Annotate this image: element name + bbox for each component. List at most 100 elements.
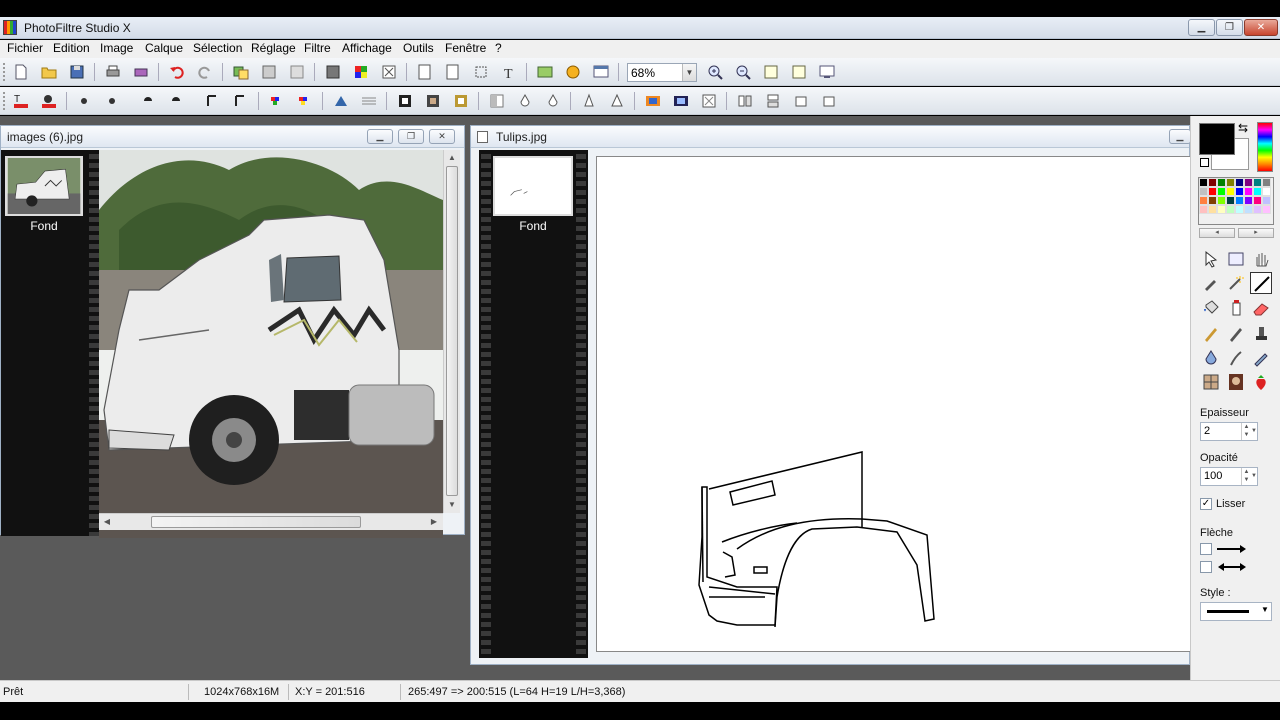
- document-window-tulips[interactable]: Tulips.jpg ▁ Fond: [470, 125, 1191, 665]
- frame-icon-2[interactable]: [424, 92, 442, 110]
- toolbar-grip[interactable]: [3, 92, 7, 110]
- color-swatch[interactable]: [1217, 178, 1226, 187]
- scroll-left-icon[interactable]: ◀: [102, 517, 112, 526]
- swap-colors-icon[interactable]: ⇆: [1238, 121, 1248, 135]
- chevron-down-icon[interactable]: ▼: [1251, 468, 1258, 485]
- flip-horizontal-icon[interactable]: [736, 92, 754, 110]
- color-swatch[interactable]: [1217, 187, 1226, 196]
- fill-bucket-icon[interactable]: [1200, 297, 1222, 319]
- fullscreen-icon[interactable]: [818, 63, 836, 81]
- hand-icon[interactable]: [1250, 248, 1272, 270]
- explorer-icon[interactable]: [536, 63, 554, 81]
- frame-icon-1[interactable]: [396, 92, 414, 110]
- chevron-down-icon[interactable]: ▼: [1251, 423, 1258, 440]
- color-swatch[interactable]: [1199, 196, 1208, 205]
- color-swatch[interactable]: [1244, 196, 1253, 205]
- flip-vertical-icon[interactable]: [764, 92, 782, 110]
- thickness-spinner[interactable]: 2 ▲ ▼ ▼: [1200, 422, 1258, 441]
- line-style-select[interactable]: ▼: [1200, 602, 1272, 621]
- color-swatch[interactable]: [1262, 178, 1271, 187]
- gamma-plus-icon[interactable]: [232, 92, 250, 110]
- color-swatch[interactable]: [1208, 196, 1217, 205]
- line-tool-icon[interactable]: [1250, 272, 1272, 294]
- color-swatch[interactable]: [1226, 205, 1235, 214]
- zoom-in-icon[interactable]: [706, 63, 724, 81]
- plugin-icon[interactable]: [564, 63, 582, 81]
- menu-image[interactable]: Image: [100, 41, 133, 55]
- palette-next-button[interactable]: ▸: [1238, 228, 1274, 238]
- rotate-left-icon[interactable]: [792, 92, 810, 110]
- fade-icon[interactable]: [488, 92, 506, 110]
- color-spectrum[interactable]: [1257, 122, 1273, 172]
- smudge-icon[interactable]: [1225, 347, 1247, 369]
- foreground-color-swatch[interactable]: [1199, 123, 1235, 155]
- color-swatch[interactable]: [1208, 178, 1217, 187]
- cone-icon-2[interactable]: [608, 92, 626, 110]
- transparency-icon[interactable]: [380, 63, 398, 81]
- chevron-down-icon[interactable]: ▼: [682, 64, 696, 81]
- color-swatch[interactable]: [1208, 187, 1217, 196]
- reset-colors-icon[interactable]: [1200, 158, 1209, 167]
- color-swatch[interactable]: [1235, 205, 1244, 214]
- drop-icon-2[interactable]: [544, 92, 562, 110]
- color-swatch[interactable]: [1253, 178, 1262, 187]
- scan-icon[interactable]: [132, 63, 150, 81]
- layer-thumbnail[interactable]: [5, 156, 83, 216]
- new-file-icon[interactable]: [12, 63, 30, 81]
- selection-arrow-icon[interactable]: [1200, 248, 1222, 270]
- menu-filtre[interactable]: Filtre: [304, 41, 331, 55]
- pattern-icon[interactable]: [1200, 371, 1222, 393]
- color-swatch[interactable]: [1253, 196, 1262, 205]
- print-icon[interactable]: [104, 63, 122, 81]
- contrast-minus-icon[interactable]: [140, 92, 158, 110]
- brightness-minus-icon[interactable]: [76, 92, 94, 110]
- fit-window-icon[interactable]: [762, 63, 780, 81]
- palette-prev-button[interactable]: ◂: [1199, 228, 1235, 238]
- scroll-up-icon[interactable]: ▲: [446, 153, 458, 162]
- color-swatch[interactable]: [1262, 187, 1271, 196]
- brightness-plus-icon[interactable]: [104, 92, 122, 110]
- doc-restore-button[interactable]: ❐: [398, 129, 424, 144]
- actual-size-icon[interactable]: [790, 63, 808, 81]
- vertical-scrollbar[interactable]: ▲ ▼: [443, 150, 460, 513]
- color-swatch[interactable]: [1217, 196, 1226, 205]
- save-icon[interactable]: [68, 63, 86, 81]
- color-swatch[interactable]: [1235, 187, 1244, 196]
- text-icon[interactable]: T: [500, 63, 518, 82]
- crop-icon[interactable]: [472, 63, 490, 81]
- zoom-combo[interactable]: 68% ▼: [627, 63, 697, 82]
- frame-icon-3[interactable]: [452, 92, 470, 110]
- menu-calque[interactable]: Calque: [145, 41, 183, 55]
- undo-icon[interactable]: [168, 63, 186, 81]
- opacity-spinner[interactable]: 100 ▲ ▼ ▼: [1200, 467, 1258, 486]
- cone-icon-1[interactable]: [580, 92, 598, 110]
- color-frame-icon[interactable]: [644, 92, 662, 110]
- image-size-icon[interactable]: [416, 63, 434, 81]
- strawberry-icon[interactable]: [1250, 371, 1272, 393]
- scroll-right-icon[interactable]: ▶: [429, 517, 439, 526]
- color-grid-icon[interactable]: [352, 63, 370, 81]
- auto-contrast-icon[interactable]: [40, 92, 58, 110]
- saturation-minus-icon[interactable]: [268, 92, 286, 110]
- contrast-plus-icon[interactable]: [168, 92, 186, 110]
- color-swatch[interactable]: [1244, 187, 1253, 196]
- open-folder-icon[interactable]: [40, 63, 58, 81]
- rotate-right-icon[interactable]: [820, 92, 838, 110]
- screen-capture-icon[interactable]: [592, 63, 610, 81]
- minimize-button[interactable]: ▁: [1188, 19, 1215, 36]
- arrow-end-checkbox[interactable]: [1200, 543, 1212, 555]
- menu-fenetre[interactable]: Fenêtre: [445, 41, 486, 55]
- gamma-minus-icon[interactable]: [204, 92, 222, 110]
- canvas-size-icon[interactable]: [444, 63, 462, 81]
- menu-fichier[interactable]: Fichier: [7, 41, 43, 55]
- saturation-plus-icon[interactable]: [296, 92, 314, 110]
- chevron-down-icon[interactable]: ▼: [1261, 605, 1269, 614]
- zoom-out-icon[interactable]: [734, 63, 752, 81]
- color-swatch[interactable]: [1199, 205, 1208, 214]
- color-swatch[interactable]: [1208, 205, 1217, 214]
- paste-new-icon[interactable]: [288, 63, 306, 81]
- menu-edition[interactable]: Edition: [53, 41, 90, 55]
- texture-icon[interactable]: [700, 92, 718, 110]
- menu-reglage[interactable]: Réglage: [251, 41, 296, 55]
- scroll-thumb[interactable]: [446, 166, 458, 496]
